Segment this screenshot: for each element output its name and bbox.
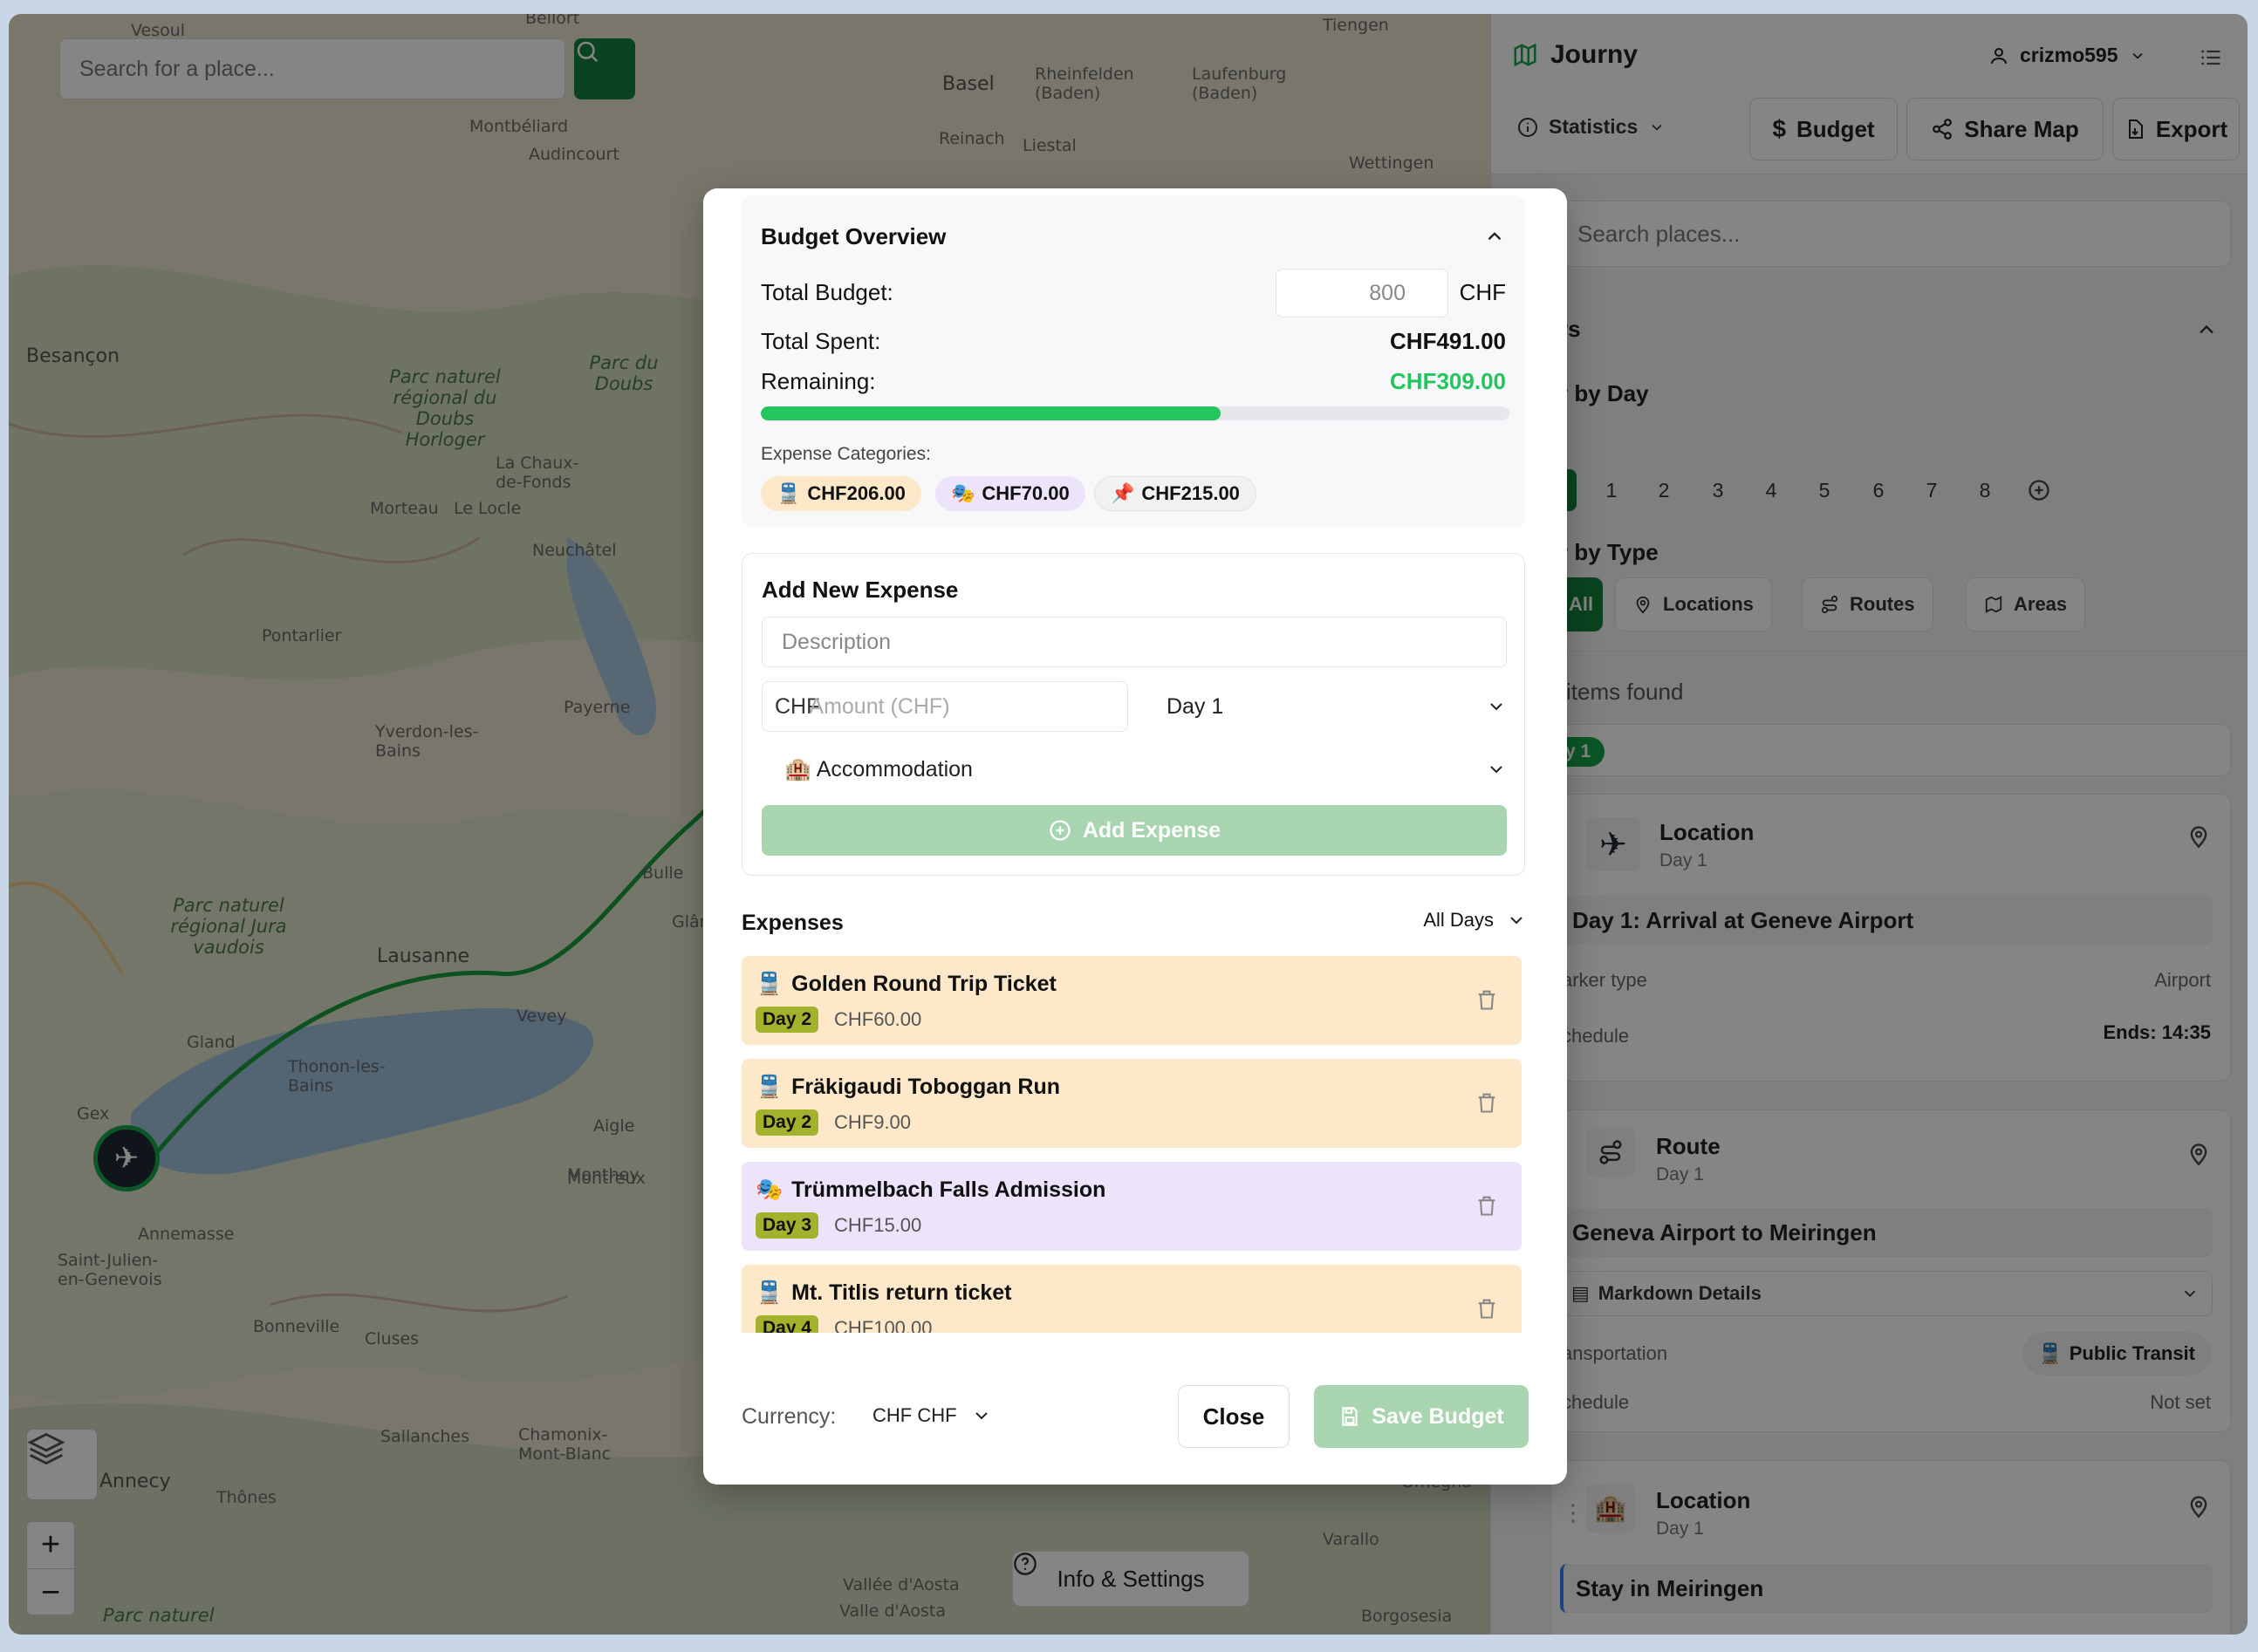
chevron-down-icon bbox=[1490, 766, 1502, 774]
day-select[interactable]: Day 1 bbox=[1167, 685, 1507, 728]
add-expense-button[interactable]: Add Expense bbox=[762, 805, 1507, 856]
expenses-filter-value: All Days bbox=[1423, 909, 1494, 931]
category-select[interactable]: 🏨 Accommodation bbox=[784, 747, 1507, 791]
expenses-list[interactable]: 🚆 Golden Round Trip Ticket Day 2 CHF60.00… bbox=[742, 956, 1525, 1333]
budget-progress-bar bbox=[761, 406, 1509, 420]
day-select-value: Day 1 bbox=[1167, 693, 1224, 719]
expense-amount: CHF9.00 bbox=[834, 1111, 912, 1133]
expense-amount: CHF60.00 bbox=[834, 1008, 922, 1030]
category-amount: CHF70.00 bbox=[982, 482, 1070, 504]
chevron-up-icon[interactable] bbox=[1483, 225, 1506, 248]
masks-icon: 🎭 bbox=[951, 482, 975, 504]
expense-name-row: 🎭 Trümmelbach Falls Admission bbox=[756, 1178, 1105, 1203]
tram-icon: 🚆 bbox=[756, 1280, 783, 1305]
trash-icon[interactable] bbox=[1475, 1296, 1499, 1321]
masks-icon: 🎭 bbox=[756, 1178, 783, 1202]
close-button[interactable]: Close bbox=[1178, 1385, 1290, 1448]
save-icon bbox=[1342, 1407, 1358, 1426]
category-chip-transport: 🚆 CHF206.00 bbox=[761, 476, 921, 511]
expense-day-badge: Day 3 bbox=[756, 1212, 819, 1239]
plus-circle-icon bbox=[1050, 820, 1071, 841]
expense-day-badge: Day 2 bbox=[756, 1109, 819, 1136]
total-budget-input[interactable]: 800 bbox=[1276, 269, 1448, 317]
save-budget-label: Save Budget bbox=[1372, 1403, 1504, 1429]
category-amount: CHF215.00 bbox=[1141, 482, 1240, 504]
total-budget-label: Total Budget: bbox=[761, 279, 893, 305]
tram-icon: 🚆 bbox=[777, 482, 801, 504]
expense-item: 🚆 Fräkigaudi Toboggan Run Day 2 CHF9.00 bbox=[742, 1059, 1522, 1148]
expenses-title: Expenses bbox=[742, 911, 844, 935]
trash-icon[interactable] bbox=[1475, 1193, 1499, 1218]
trash-icon[interactable] bbox=[1475, 1090, 1499, 1115]
add-expense-title: Add New Expense bbox=[762, 577, 959, 603]
currency-label: Currency: bbox=[742, 1404, 837, 1429]
total-spent-label: Total Spent: bbox=[761, 328, 881, 354]
total-spent-value: CHF491.00 bbox=[1390, 328, 1506, 354]
chevron-down-icon bbox=[975, 1412, 988, 1420]
expense-name-row: 🚆 Golden Round Trip Ticket bbox=[756, 972, 1057, 997]
currency-select[interactable]: CHF CHF bbox=[872, 1404, 992, 1427]
pin-icon: 📌 bbox=[1111, 482, 1135, 504]
category-chip-other: 📌 CHF215.00 bbox=[1094, 476, 1256, 511]
overview-title: Budget Overview bbox=[761, 223, 947, 249]
category-amount: CHF206.00 bbox=[807, 482, 906, 504]
budget-currency: CHF bbox=[1459, 279, 1506, 305]
add-expense-form: Add New Expense Description CHF Amount (… bbox=[742, 553, 1525, 876]
categories-label: Expense Categories: bbox=[761, 444, 931, 464]
amount-placeholder: Amount (CHF) bbox=[809, 693, 950, 719]
budget-progress-fill bbox=[761, 406, 1221, 420]
remaining-label: Remaining: bbox=[761, 368, 876, 394]
expense-item: 🚆 Golden Round Trip Ticket Day 2 CHF60.00 bbox=[742, 956, 1522, 1045]
expense-item: 🎭 Trümmelbach Falls Admission Day 3 CHF15… bbox=[742, 1162, 1522, 1251]
expense-name: Mt. Titlis return ticket bbox=[791, 1280, 1012, 1305]
expense-name-row: 🚆 Fräkigaudi Toboggan Run bbox=[756, 1075, 1060, 1100]
tram-icon: 🚆 bbox=[756, 1075, 783, 1099]
tram-icon: 🚆 bbox=[756, 972, 783, 996]
expense-day-badge: Day 2 bbox=[756, 1007, 819, 1033]
trash-icon[interactable] bbox=[1475, 987, 1499, 1012]
app-window: Besançon Basel Lausanne Annecy Thônes Cl… bbox=[9, 14, 2248, 1635]
remaining-value: CHF309.00 bbox=[1390, 368, 1506, 394]
expense-item: 🚆 Mt. Titlis return ticket Day 4 CHF100.0… bbox=[742, 1265, 1522, 1333]
expense-amount: CHF15.00 bbox=[834, 1214, 922, 1236]
add-expense-label: Add Expense bbox=[1082, 817, 1221, 843]
expense-day-badge: Day 4 bbox=[756, 1315, 819, 1333]
budget-modal: Budget Overview Total Budget: 800 CHF To… bbox=[703, 188, 1567, 1485]
chevron-down-icon bbox=[1510, 917, 1522, 925]
expense-name: Golden Round Trip Ticket bbox=[791, 972, 1057, 996]
amount-input[interactable]: CHF Amount (CHF) bbox=[762, 681, 1128, 732]
expenses-day-filter[interactable]: All Days bbox=[1423, 909, 1527, 932]
expense-name: Fräkigaudi Toboggan Run bbox=[791, 1075, 1060, 1099]
expense-name-row: 🚆 Mt. Titlis return ticket bbox=[756, 1280, 1012, 1306]
chevron-down-icon bbox=[1490, 703, 1502, 711]
description-input[interactable]: Description bbox=[762, 617, 1507, 667]
currency-select-value: CHF CHF bbox=[872, 1404, 957, 1426]
category-select-value: 🏨 Accommodation bbox=[784, 756, 973, 782]
save-budget-button[interactable]: Save Budget bbox=[1314, 1385, 1529, 1448]
expense-amount: CHF100.00 bbox=[834, 1317, 933, 1333]
category-chip-activities: 🎭 CHF70.00 bbox=[935, 476, 1085, 511]
expense-name: Trümmelbach Falls Admission bbox=[791, 1178, 1106, 1202]
budget-overview: Budget Overview Total Budget: 800 CHF To… bbox=[742, 195, 1525, 527]
